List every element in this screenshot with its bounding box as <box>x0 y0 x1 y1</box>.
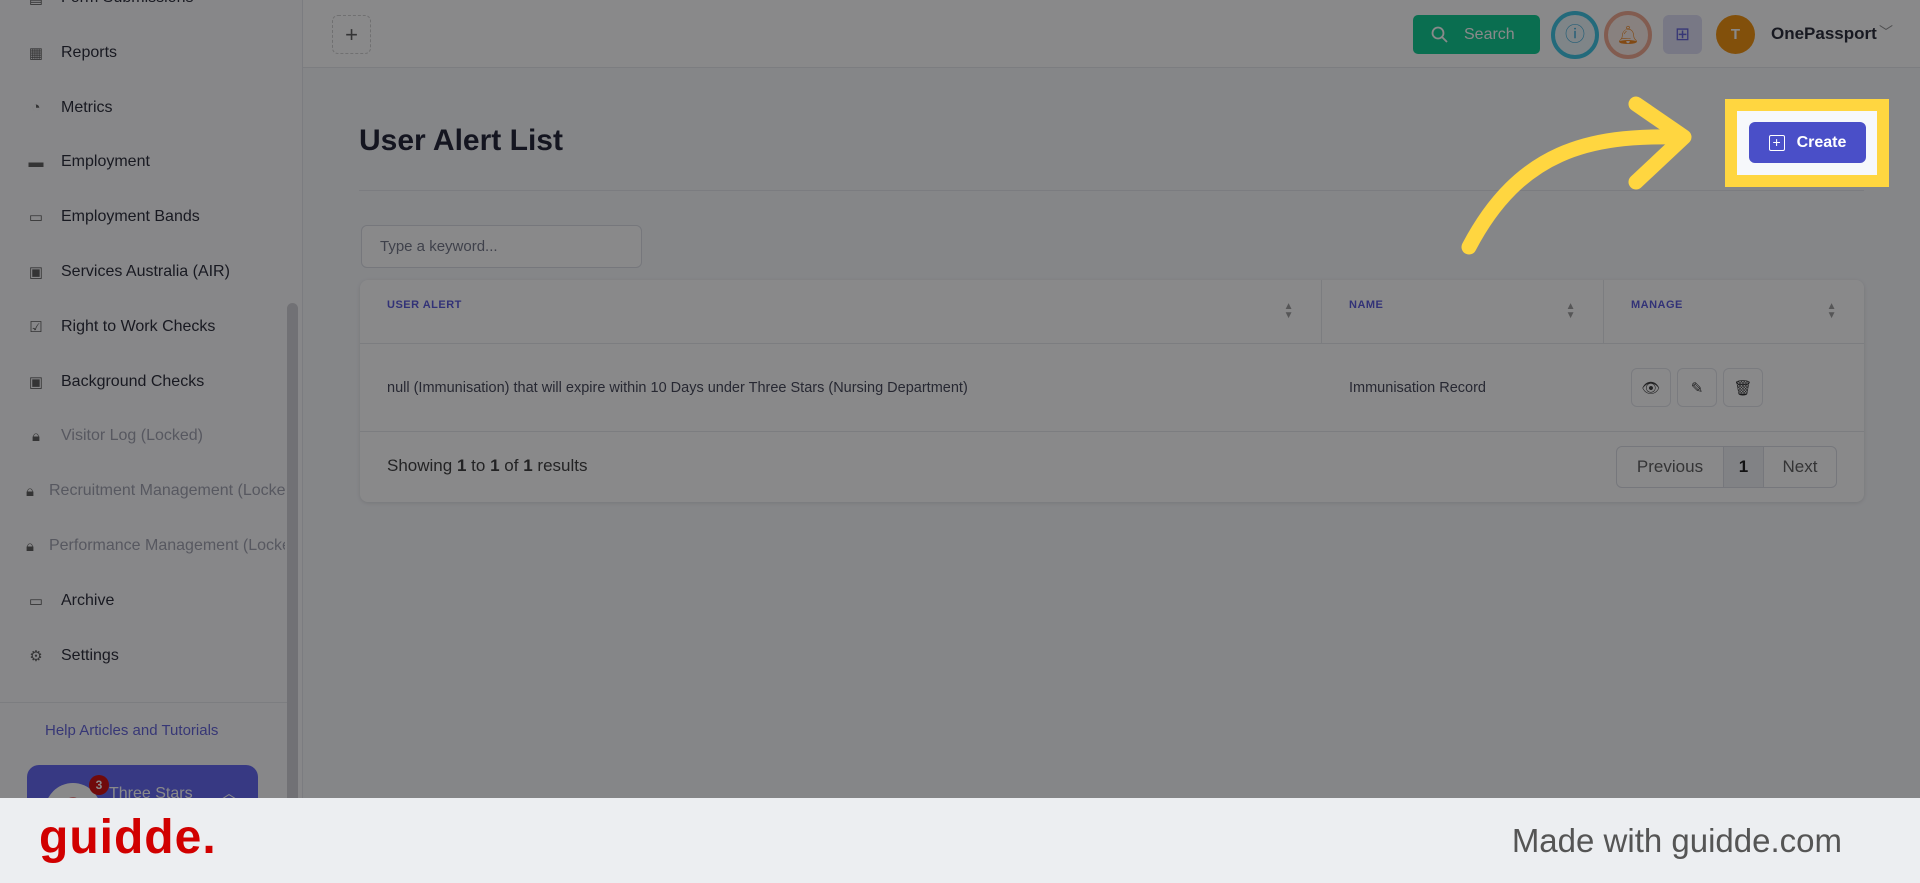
sort-icon[interactable]: ▲ ▼ <box>1827 302 1837 321</box>
cell-user-alert: null (Immunisation) that will expire wit… <box>360 344 1322 432</box>
sidebar-item-visitor-log-locked[interactable]: 🔒︎ Visitor Log (Locked) <box>0 416 285 456</box>
delete-button[interactable]: 🗑︎ <box>1723 368 1763 407</box>
previous-page-button[interactable]: Previous <box>1617 447 1724 487</box>
create-button[interactable]: + Create <box>1749 122 1866 163</box>
column-label: USER ALERT <box>387 299 462 311</box>
view-button[interactable]: 👁︎ <box>1631 368 1671 407</box>
sidebar-item-services-australia-air[interactable]: ▣ Services Australia (AIR) <box>0 252 285 292</box>
help-articles-link[interactable]: Help Articles and Tutorials <box>45 722 218 739</box>
sort-icon[interactable]: ▲ ▼ <box>1566 302 1576 321</box>
id-card-icon: ▣ <box>28 264 44 281</box>
report-icon: ▦ <box>28 44 44 62</box>
sidebar-scrollbar[interactable] <box>287 303 298 798</box>
made-with-text: Made with guidde.com <box>1511 822 1842 859</box>
page-1-button[interactable]: 1 <box>1724 447 1764 487</box>
sidebar-item-archive[interactable]: ▭ Archive <box>0 581 285 621</box>
plus-square-icon: + <box>1768 134 1785 151</box>
sidebar-item-reports[interactable]: ▦ Reports <box>0 33 285 73</box>
avatar[interactable]: T <box>1716 15 1755 54</box>
notification-badge: 3 <box>89 775 109 795</box>
sidebar-item-label: Right to Work Checks <box>61 317 216 335</box>
next-page-button[interactable]: Next <box>1764 447 1836 487</box>
add-button[interactable]: + <box>332 15 371 54</box>
user-menu[interactable]: OnePassport <box>1771 24 1877 44</box>
sidebar-item-label: Form Submissions <box>61 0 193 7</box>
user-alert-table: USER ALERT ▲ ▼ NAME ▲ ▼ MANAGE ▲ ▼ null (Immun… <box>360 280 1864 502</box>
column-label: NAME <box>1349 299 1384 311</box>
sidebar-item-form-submissions[interactable]: ▤ Form Submissions <box>0 0 285 18</box>
search-button[interactable]: Search <box>1413 15 1540 54</box>
create-label: Create <box>1796 133 1847 151</box>
sidebar-item-label: Settings <box>61 646 119 664</box>
pagination: Previous 1 Next <box>1616 446 1837 488</box>
lock-icon: 🔒︎ <box>32 427 40 445</box>
info-icon[interactable]: ⓘ <box>1551 11 1599 59</box>
column-header-name[interactable]: NAME ▲ ▼ <box>1322 280 1604 344</box>
sidebar-divider <box>0 702 287 703</box>
gear-icon: ⚙ <box>29 647 43 665</box>
sidebar-item-label: Employment Bands <box>61 208 200 226</box>
column-header-manage[interactable]: MANAGE ▲ ▼ <box>1604 280 1864 344</box>
top-header: + Search ⓘ 🔔︎ ⊞ T OnePassport ﹀ <box>303 0 1920 68</box>
sidebar-item-label: Recruitment Management (Locked) <box>48 482 285 500</box>
sidebar-item-background-checks[interactable]: ▣ Background Checks <box>0 362 285 402</box>
sidebar: ▤ Form Submissions ▦ Reports ◔ Metrics ▬ Employ… <box>0 0 303 798</box>
search-icon <box>1431 26 1448 43</box>
sidebar-item-settings[interactable]: ⚙ Settings <box>0 636 285 676</box>
organization-switcher[interactable]: a 3 Three Stars ︿ <box>27 765 258 798</box>
lock-icon: 🔒︎ <box>26 537 34 555</box>
sidebar-item-label: Performance Management (Locked) <box>48 537 285 554</box>
sort-icon[interactable]: ▲ ▼ <box>1284 302 1294 321</box>
briefcase-icon: ▬ <box>28 153 44 171</box>
guidde-logo: guidde. <box>39 811 217 864</box>
chevron-up-icon: ︿ <box>222 785 236 798</box>
edit-button[interactable]: ✎ <box>1677 368 1717 407</box>
sidebar-item-performance-management-locked[interactable]: 🔒︎ Performance Management (Locked) <box>0 526 285 566</box>
column-header-user-alert[interactable]: USER ALERT ▲ ▼ <box>360 280 1322 344</box>
title-divider <box>359 190 1864 191</box>
eye-icon: 👁︎ <box>1641 379 1661 397</box>
clipboard-check-icon: ☑ <box>29 318 43 336</box>
sidebar-item-label: Reports <box>61 43 118 61</box>
cell-manage: 👁︎ ✎ 🗑︎ <box>1604 344 1864 432</box>
trash-icon: 🗑︎ <box>1733 379 1753 397</box>
sidebar-item-employment-bands[interactable]: ▭ Employment Bands <box>0 197 285 237</box>
column-label: MANAGE <box>1631 299 1683 311</box>
page-title: User Alert List <box>359 124 563 157</box>
pencil-icon: ✎ <box>1690 379 1704 397</box>
guidde-footer: guidde. Made with guidde.com <box>0 798 1920 883</box>
org-name: Three Stars <box>109 785 193 798</box>
lock-icon: 🔒︎ <box>26 482 34 500</box>
form-icon: ▤ <box>26 0 46 7</box>
sidebar-item-recruitment-management-locked[interactable]: 🔒︎ Recruitment Management (Locked) <box>0 471 285 511</box>
sidebar-item-label: Visitor Log (Locked) <box>61 427 203 445</box>
chevron-down-icon[interactable]: ﹀ <box>1879 22 1893 42</box>
sidebar-item-right-to-work-checks[interactable]: ☑ Right to Work Checks <box>0 307 285 347</box>
results-summary: Showing 1 to 1 of 1 results <box>387 456 588 475</box>
document-icon: ▣ <box>28 373 44 391</box>
apps-grid-icon[interactable]: ⊞ <box>1663 15 1702 54</box>
cell-name: Immunisation Record <box>1322 344 1604 432</box>
sidebar-item-metrics[interactable]: ◔ Metrics <box>0 88 285 128</box>
app-window: ▤ Form Submissions ▦ Reports ◔ Metrics ▬ Employ… <box>0 0 1920 798</box>
briefcase-outline-icon: ▭ <box>28 209 44 227</box>
sidebar-item-label: Employment <box>61 153 150 171</box>
archive-icon: ▭ <box>28 592 44 610</box>
sidebar-item-label: Background Checks <box>61 372 205 390</box>
sidebar-item-label: Services Australia (AIR) <box>61 263 230 280</box>
sidebar-item-label: Archive <box>61 591 115 609</box>
search-label: Search <box>1464 25 1515 43</box>
sidebar-item-employment[interactable]: ▬ Employment <box>0 142 285 182</box>
bell-icon[interactable]: 🔔︎ <box>1604 11 1652 59</box>
sidebar-item-label: Metrics <box>61 98 113 116</box>
pie-chart-icon: ◔ <box>31 99 41 117</box>
keyword-search-input[interactable] <box>361 225 642 268</box>
